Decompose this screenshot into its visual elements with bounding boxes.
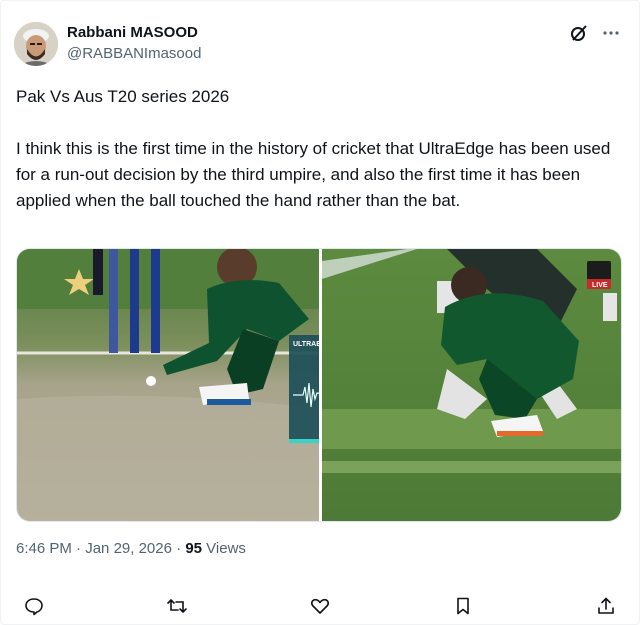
post-text: Pak Vs Aus T20 series 2026 I think this … [16, 84, 626, 214]
post-media-image[interactable]: ULTRAEDGE LIVE [16, 248, 622, 522]
like-icon[interactable] [308, 594, 332, 618]
author-name[interactable]: Rabbani MASOOD [67, 24, 198, 41]
share-icon[interactable] [594, 594, 618, 618]
repost-icon[interactable] [165, 594, 189, 618]
post-line-title: Pak Vs Aus T20 series 2026 [16, 87, 230, 106]
author-handle[interactable]: @RABBANImasood [67, 45, 201, 62]
views-count: 95 [185, 540, 202, 557]
cricket-runout-image: ULTRAEDGE LIVE [17, 249, 621, 521]
post-date[interactable]: Jan 29, 2026 [85, 540, 172, 557]
post-time[interactable]: 6:46 PM [16, 540, 72, 557]
live-badge: LIVE [592, 282, 608, 289]
grok-icon[interactable] [568, 22, 590, 44]
meta-separator: · [76, 540, 82, 557]
post-metadata: 6:46 PM · Jan 29, 2026 · 95 Views [16, 540, 246, 557]
meta-separator: · [176, 540, 182, 557]
reply-icon[interactable] [22, 594, 46, 618]
views-label: Views [206, 540, 246, 557]
avatar[interactable] [14, 22, 58, 66]
more-icon[interactable] [600, 22, 622, 44]
avatar-image [14, 22, 58, 66]
post-body: I think this is the first time in the hi… [16, 139, 611, 210]
action-bar [22, 594, 618, 618]
bookmark-icon[interactable] [451, 594, 475, 618]
